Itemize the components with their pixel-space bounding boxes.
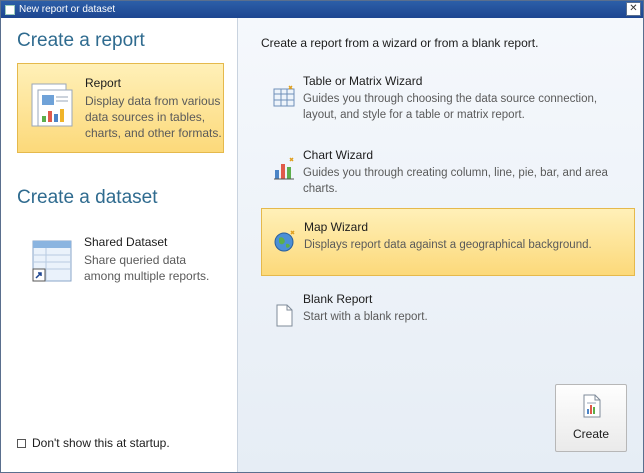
- right-panel: Create a report from a wizard or from a …: [238, 18, 643, 472]
- map-wizard-option[interactable]: Map Wizard Displays report data against …: [261, 208, 635, 276]
- startup-option[interactable]: Don't show this at startup.: [17, 436, 170, 450]
- create-report-heading: Create a report: [17, 30, 145, 51]
- blank-report-icon: [276, 304, 293, 327]
- blank-report-title: Blank Report: [303, 292, 373, 306]
- report-title: Report: [85, 76, 122, 90]
- close-button[interactable]: ✕: [626, 2, 641, 16]
- map-wizard-title: Map Wizard: [304, 220, 369, 234]
- shared-dataset-title: Shared Dataset: [84, 235, 168, 249]
- map-wizard-icon: [274, 230, 295, 252]
- map-wizard-description: Displays report data against a geographi…: [304, 239, 592, 251]
- table-wizard-icon: [273, 85, 295, 107]
- report-option[interactable]: Report Display data from various data so…: [17, 63, 224, 153]
- window-icon: [5, 4, 15, 15]
- title-bar: New report or dataset ✕: [1, 1, 643, 18]
- report-icon: [31, 83, 73, 127]
- blank-report-description: Start with a blank report.: [303, 311, 428, 323]
- window-title: New report or dataset: [19, 4, 116, 15]
- table-matrix-wizard-option[interactable]: Table or Matrix Wizard Guides you throug…: [261, 70, 635, 130]
- report-description: Display data from various data sources i…: [85, 94, 222, 140]
- dialog-window: New report or dataset ✕ Create a report …: [0, 0, 644, 473]
- blank-report-option[interactable]: Blank Report Start with a blank report.: [261, 288, 635, 336]
- create-button[interactable]: Create: [555, 384, 627, 452]
- table-matrix-wizard-description: Guides you through choosing the data sou…: [303, 93, 598, 121]
- shared-dataset-description: Share queried data among multiple report…: [84, 253, 210, 283]
- chart-wizard-option[interactable]: Chart Wizard Guides you through creating…: [261, 142, 635, 202]
- left-panel: Create a report Report Display data from…: [1, 18, 238, 472]
- startup-checkbox-label: Don't show this at startup.: [32, 436, 170, 450]
- table-matrix-wizard-title: Table or Matrix Wizard: [303, 74, 423, 88]
- chart-wizard-description: Guides you through creating column, line…: [303, 167, 608, 195]
- chart-wizard-icon: [274, 157, 294, 180]
- shared-dataset-option[interactable]: Shared Dataset Share queried data among …: [17, 225, 224, 305]
- chart-wizard-title: Chart Wizard: [303, 148, 374, 162]
- startup-checkbox[interactable]: [17, 438, 26, 448]
- intro-text: Create a report from a wizard or from a …: [261, 36, 539, 50]
- shared-dataset-icon: [32, 240, 72, 282]
- create-dataset-heading: Create a dataset: [17, 187, 158, 208]
- create-report-icon: [583, 394, 601, 418]
- create-button-label: Create: [572, 427, 610, 441]
